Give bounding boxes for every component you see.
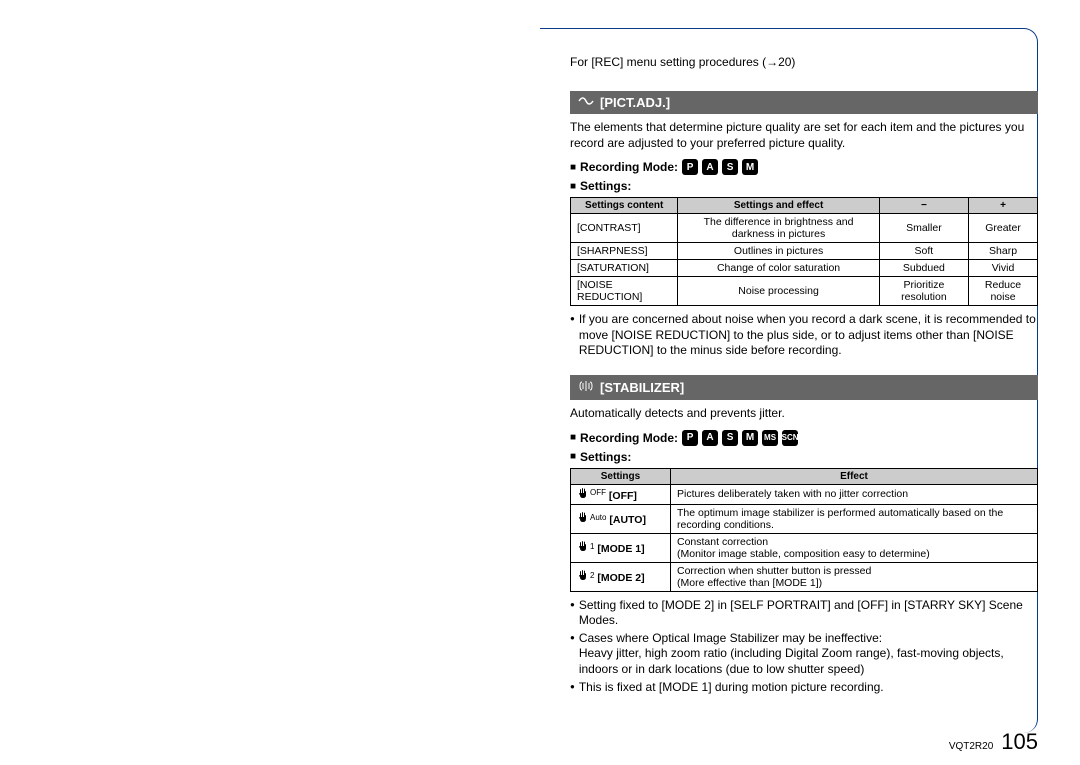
square-bullet-icon: ■ (570, 162, 576, 173)
pictadj-icon (578, 95, 594, 110)
section1-description: The elements that determine picture qual… (570, 120, 1038, 151)
section-header-pictadj: [PICT.ADJ.] (570, 91, 1038, 114)
table-cell: The difference in brightness and darknes… (678, 214, 879, 243)
table-cell: Vivid (969, 260, 1038, 277)
effect-cell: Correction when shutter button is presse… (671, 562, 1038, 591)
table-cell: Smaller (879, 214, 968, 243)
table-cell: Prioritize resolution (879, 277, 968, 306)
th: Settings (571, 468, 671, 484)
table-cell: Change of color saturation (678, 260, 879, 277)
square-bullet-icon: ■ (570, 451, 576, 462)
square-bullet-icon: ■ (570, 432, 576, 443)
stabilizer-table: Settings Effect OFF [OFF]Pictures delibe… (570, 468, 1038, 592)
pictadj-table: Settings content Settings and effect − +… (570, 197, 1038, 306)
th: Settings content (571, 198, 678, 214)
table-cell: [CONTRAST] (571, 214, 678, 243)
recording-mode-label: Recording Mode: (580, 431, 678, 445)
mode-p-icon: P (682, 159, 698, 175)
table-cell: [SATURATION] (571, 260, 678, 277)
mode-a-icon: A (702, 430, 718, 446)
table-cell: [SHARPNESS] (571, 243, 678, 260)
mode-s-icon: S (722, 430, 738, 446)
th: Settings and effect (678, 198, 879, 214)
table-row: 2 [MODE 2]Correction when shutter button… (571, 562, 1038, 591)
settings-cell: 2 [MODE 2] (571, 562, 671, 591)
mode-m-icon: M (742, 430, 758, 446)
mode-m-icon: M (742, 159, 758, 175)
table-cell: [NOISE REDUCTION] (571, 277, 678, 306)
table-row: [SATURATION]Change of color saturationSu… (571, 260, 1038, 277)
section-title: [PICT.ADJ.] (600, 95, 670, 110)
table-cell: Outlines in pictures (678, 243, 879, 260)
bullet-dot-icon: ● (570, 598, 575, 629)
table-header-row: Settings content Settings and effect − + (571, 198, 1038, 214)
bullet-dot-icon: ● (570, 680, 575, 696)
recording-mode-label: Recording Mode: (580, 160, 678, 174)
settings-label-2: ■ Settings: (570, 450, 1038, 464)
mode-scn-icon: SCN (782, 430, 798, 446)
page-footer: VQT2R20 105 (949, 729, 1038, 755)
effect-cell: The optimum image stabilizer is performe… (671, 504, 1038, 533)
table-cell: Soft (879, 243, 968, 260)
table-row: Auto [AUTO]The optimum image stabilizer … (571, 504, 1038, 533)
settings-cell: 1 [MODE 1] (571, 533, 671, 562)
square-bullet-icon: ■ (570, 181, 576, 192)
mode-s-icon: S (722, 159, 738, 175)
hand-stabilizer-icon: Auto (577, 511, 606, 523)
mode-ms-icon: MS (762, 430, 778, 446)
section2-description: Automatically detects and prevents jitte… (570, 406, 1038, 422)
table-row: 1 [MODE 1]Constant correction(Monitor im… (571, 533, 1038, 562)
page-number: 105 (1001, 729, 1038, 755)
hand-stabilizer-icon: 2 (577, 569, 594, 581)
note-item: ●This is fixed at [MODE 1] during motion… (570, 680, 1038, 696)
table-cell: Sharp (969, 243, 1038, 260)
table-cell: Subdued (879, 260, 968, 277)
settings-text: Settings: (580, 450, 631, 464)
section1-notes: ●If you are concerned about noise when y… (570, 312, 1038, 359)
mode-p-icon: P (682, 430, 698, 446)
th: − (879, 198, 968, 214)
effect-cell: Constant correction(Monitor image stable… (671, 533, 1038, 562)
settings-text: Settings: (580, 179, 631, 193)
table-header-row: Settings Effect (571, 468, 1038, 484)
stabilizer-icon (578, 379, 594, 396)
mode-a-icon: A (702, 159, 718, 175)
table-cell: Reduce noise (969, 277, 1038, 306)
table-cell: Greater (969, 214, 1038, 243)
note-item: ●If you are concerned about noise when y… (570, 312, 1038, 359)
effect-cell: Pictures deliberately taken with no jitt… (671, 484, 1038, 504)
hand-stabilizer-icon: OFF (577, 487, 606, 499)
settings-cell: OFF [OFF] (571, 484, 671, 504)
section-header-stabilizer: [STABILIZER] (570, 375, 1038, 400)
table-cell: Noise processing (678, 277, 879, 306)
doc-code: VQT2R20 (949, 741, 993, 752)
th: Effect (671, 468, 1038, 484)
table-row: OFF [OFF]Pictures deliberately taken wit… (571, 484, 1038, 504)
bullet-dot-icon: ● (570, 312, 575, 359)
recording-mode-row-1: ■ Recording Mode: P A S M (570, 159, 1038, 175)
section2-notes: ●Setting fixed to [MODE 2] in [SELF PORT… (570, 598, 1038, 696)
table-row: [SHARPNESS]Outlines in picturesSoftSharp (571, 243, 1038, 260)
note-item: ●Cases where Optical Image Stabilizer ma… (570, 631, 1038, 678)
hand-stabilizer-icon: 1 (577, 540, 594, 552)
note-item: ●Setting fixed to [MODE 2] in [SELF PORT… (570, 598, 1038, 629)
bullet-dot-icon: ● (570, 631, 575, 678)
table-row: [NOISE REDUCTION]Noise processingPriorit… (571, 277, 1038, 306)
top-note: For [REC] menu setting procedures (→20) (570, 55, 1038, 69)
settings-cell: Auto [AUTO] (571, 504, 671, 533)
recording-mode-row-2: ■ Recording Mode: P A S M MS SCN (570, 430, 1038, 446)
section-title: [STABILIZER] (600, 380, 684, 395)
th: + (969, 198, 1038, 214)
settings-label-1: ■ Settings: (570, 179, 1038, 193)
manual-page: For [REC] menu setting procedures (→20) … (540, 0, 1080, 765)
table-row: [CONTRAST]The difference in brightness a… (571, 214, 1038, 243)
